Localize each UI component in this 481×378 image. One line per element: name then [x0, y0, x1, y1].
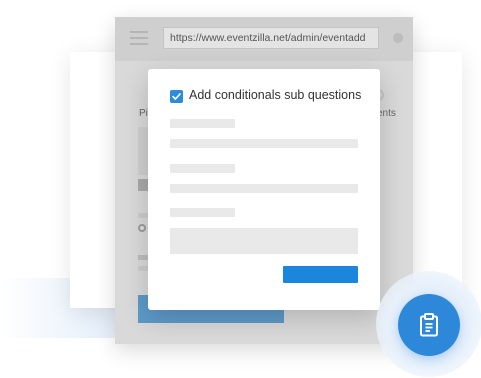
conditional-subquestions-checkbox[interactable] [170, 90, 183, 103]
clipboard-icon [420, 313, 438, 337]
page-text-fragment-left: Pi [139, 108, 148, 119]
browser-control-dot-icon[interactable] [393, 33, 403, 43]
placeholder-label [170, 208, 235, 217]
modal-dialog: Add conditionals sub questions [148, 69, 380, 310]
placeholder-label [170, 164, 235, 173]
placeholder-field [170, 184, 358, 193]
checkmark-icon [172, 93, 181, 100]
radio-icon [138, 224, 146, 232]
url-bar[interactable]: https://www.eventzilla.net/admin/eventad… [163, 27, 379, 49]
placeholder-input[interactable] [170, 228, 358, 254]
hamburger-menu-icon[interactable] [130, 31, 148, 45]
browser-titlebar: https://www.eventzilla.net/admin/eventad… [115, 17, 413, 61]
checkbox-label: Add conditionals sub questions [189, 88, 362, 102]
clipboard-fab-button[interactable] [398, 294, 460, 356]
modal-submit-button[interactable] [283, 266, 358, 283]
placeholder-field [170, 139, 358, 148]
placeholder-label [170, 119, 235, 128]
